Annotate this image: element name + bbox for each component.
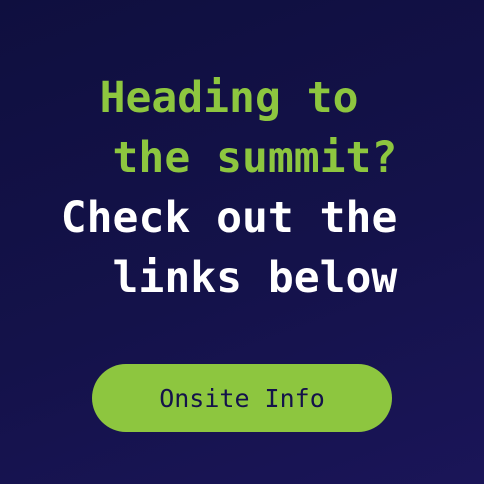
onsite-info-button[interactable]: Onsite Info — [92, 364, 392, 432]
headline-line-4: links below — [86, 253, 398, 303]
promo-card: Heading to the summit? Check out the lin… — [0, 0, 484, 484]
headline: Heading to the summit? Check out the lin… — [0, 68, 484, 308]
headline-line-1: Heading to — [99, 73, 385, 123]
headline-line-2: the summit? — [86, 133, 398, 183]
headline-line-3: Check out the — [60, 193, 424, 243]
